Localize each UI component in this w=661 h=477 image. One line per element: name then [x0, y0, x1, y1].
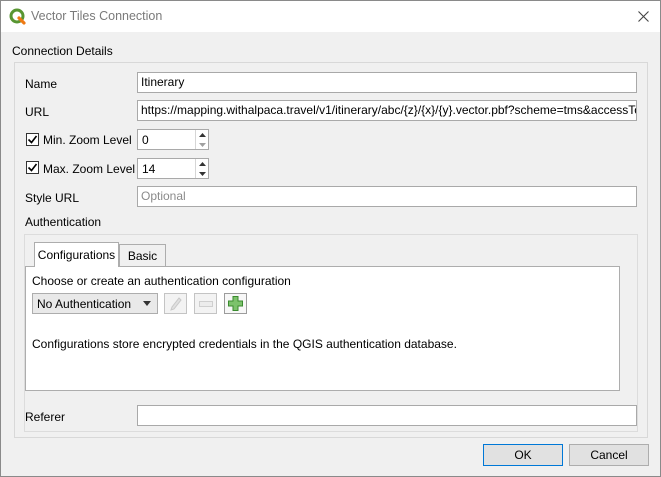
- tab-basic[interactable]: Basic: [119, 244, 166, 267]
- edit-config-button[interactable]: [164, 293, 187, 314]
- title-bar: Vector Tiles Connection: [1, 1, 660, 32]
- style-url-input[interactable]: Optional: [137, 186, 637, 207]
- checkmark-icon: [27, 135, 38, 144]
- tab-basic-label: Basic: [127, 249, 158, 263]
- checkmark-icon: [27, 163, 38, 172]
- tab-configurations-label: Configurations: [37, 248, 116, 262]
- max-zoom-label: Max. Zoom Level: [43, 162, 136, 176]
- tab-configurations[interactable]: Configurations: [34, 242, 119, 267]
- authentication-heading: Authentication: [25, 215, 102, 229]
- close-icon: [637, 11, 649, 22]
- pencil-icon: [169, 296, 182, 311]
- max-zoom-spinbox[interactable]: 14: [137, 158, 209, 179]
- min-zoom-value: 0: [142, 133, 149, 147]
- close-button[interactable]: [626, 1, 660, 32]
- chevron-down-icon: [143, 301, 151, 306]
- min-zoom-checkbox[interactable]: [26, 133, 39, 146]
- name-input[interactable]: Itinerary: [137, 72, 637, 93]
- arrow-down-icon: [198, 142, 206, 147]
- arrow-down-icon: [198, 171, 206, 176]
- vector-tiles-connection-dialog: Vector Tiles Connection Connection Detai…: [0, 0, 661, 477]
- configurations-pane: Choose or create an authentication confi…: [25, 266, 620, 391]
- plus-icon: [228, 296, 243, 311]
- name-label: Name: [25, 77, 58, 91]
- connection-details-group: Name Itinerary URL https://mapping.witha…: [14, 62, 648, 438]
- max-zoom-value: 14: [142, 162, 156, 176]
- referer-input[interactable]: [137, 405, 637, 426]
- url-label: URL: [25, 105, 50, 119]
- style-url-label: Style URL: [25, 191, 80, 205]
- window-title: Vector Tiles Connection: [31, 9, 163, 23]
- authentication-group: Configurations Basic Choose or create an…: [24, 234, 638, 432]
- add-config-button[interactable]: [224, 293, 247, 314]
- arrow-up-icon: [198, 132, 206, 137]
- max-zoom-increment-button[interactable]: [196, 159, 208, 168]
- auth-config-selected-value: No Authentication: [37, 297, 132, 311]
- auth-config-select[interactable]: No Authentication: [32, 293, 158, 314]
- minus-icon: [198, 300, 213, 307]
- remove-config-button[interactable]: [194, 293, 217, 314]
- min-zoom-label: Min. Zoom Level: [43, 133, 132, 147]
- cancel-button-label: Cancel: [590, 448, 628, 462]
- connection-details-heading: Connection Details: [12, 44, 113, 58]
- min-zoom-increment-button[interactable]: [196, 130, 208, 139]
- max-zoom-spin-arrows: [195, 159, 208, 178]
- referer-label: Referer: [25, 410, 66, 424]
- min-zoom-spin-arrows: [195, 130, 208, 149]
- url-input[interactable]: https://mapping.withalpaca.travel/v1/iti…: [137, 100, 637, 121]
- cancel-button[interactable]: Cancel: [569, 444, 649, 466]
- ok-button[interactable]: OK: [483, 444, 563, 466]
- max-zoom-checkbox[interactable]: [26, 161, 39, 174]
- arrow-up-icon: [198, 161, 206, 166]
- qgis-logo-icon: [9, 8, 26, 25]
- min-zoom-spinbox[interactable]: 0: [137, 129, 209, 150]
- max-zoom-decrement-button[interactable]: [196, 169, 208, 178]
- min-zoom-decrement-button[interactable]: [196, 140, 208, 149]
- auth-storage-note: Configurations store encrypted credentia…: [32, 337, 457, 351]
- auth-config-prompt: Choose or create an authentication confi…: [32, 274, 291, 288]
- ok-button-label: OK: [514, 448, 532, 462]
